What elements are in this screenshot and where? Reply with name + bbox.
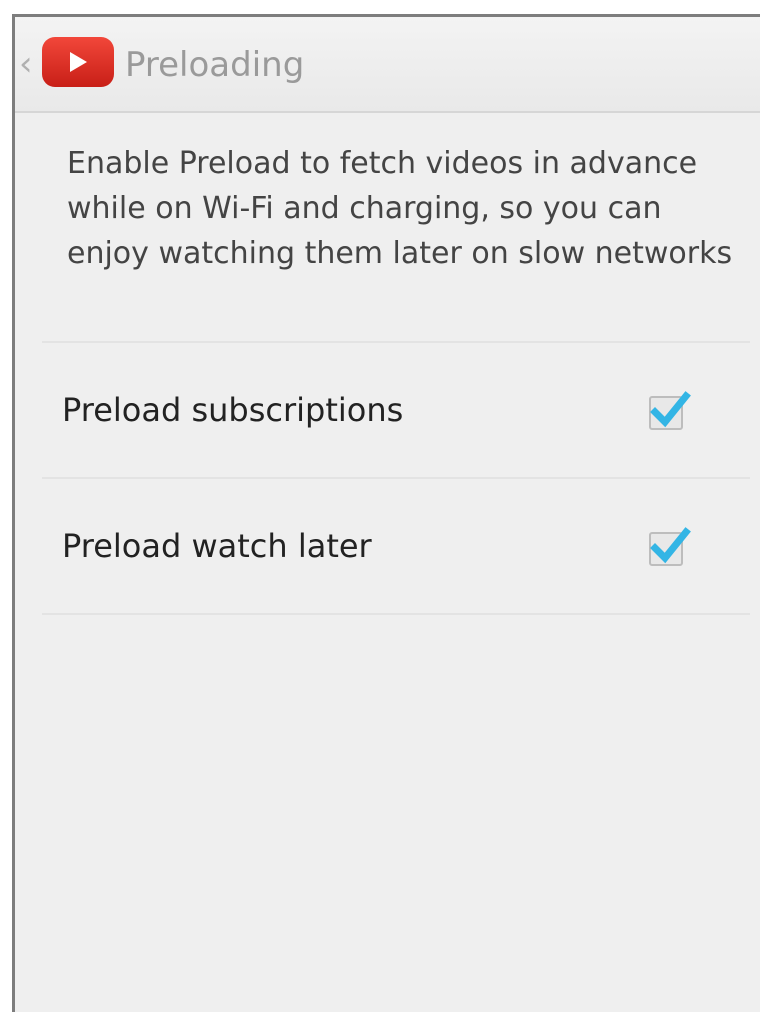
preload-description: Enable Preload to fetch videos in advanc… — [67, 146, 733, 271]
divider — [42, 613, 750, 615]
preference-label: Preload subscriptions — [62, 391, 404, 429]
preload-subscriptions-checkbox[interactable] — [649, 391, 691, 430]
page-title: Preloading — [125, 45, 305, 85]
preload-watch-later-row[interactable]: Preload watch later — [42, 479, 750, 613]
preload-watch-later-checkbox[interactable] — [649, 527, 691, 566]
settings-screen: ‹ Preloading Enable Preload to fetch vid… — [12, 14, 760, 1012]
preload-subscriptions-row[interactable]: Preload subscriptions — [42, 343, 750, 477]
youtube-logo-icon[interactable] — [42, 37, 114, 87]
checkmark-icon — [650, 391, 691, 428]
chevron-left-icon[interactable]: ‹ — [19, 44, 33, 84]
action-bar: ‹ Preloading — [15, 17, 760, 113]
preference-label: Preload watch later — [62, 527, 372, 565]
play-icon — [70, 52, 87, 72]
checkmark-icon — [650, 527, 691, 564]
